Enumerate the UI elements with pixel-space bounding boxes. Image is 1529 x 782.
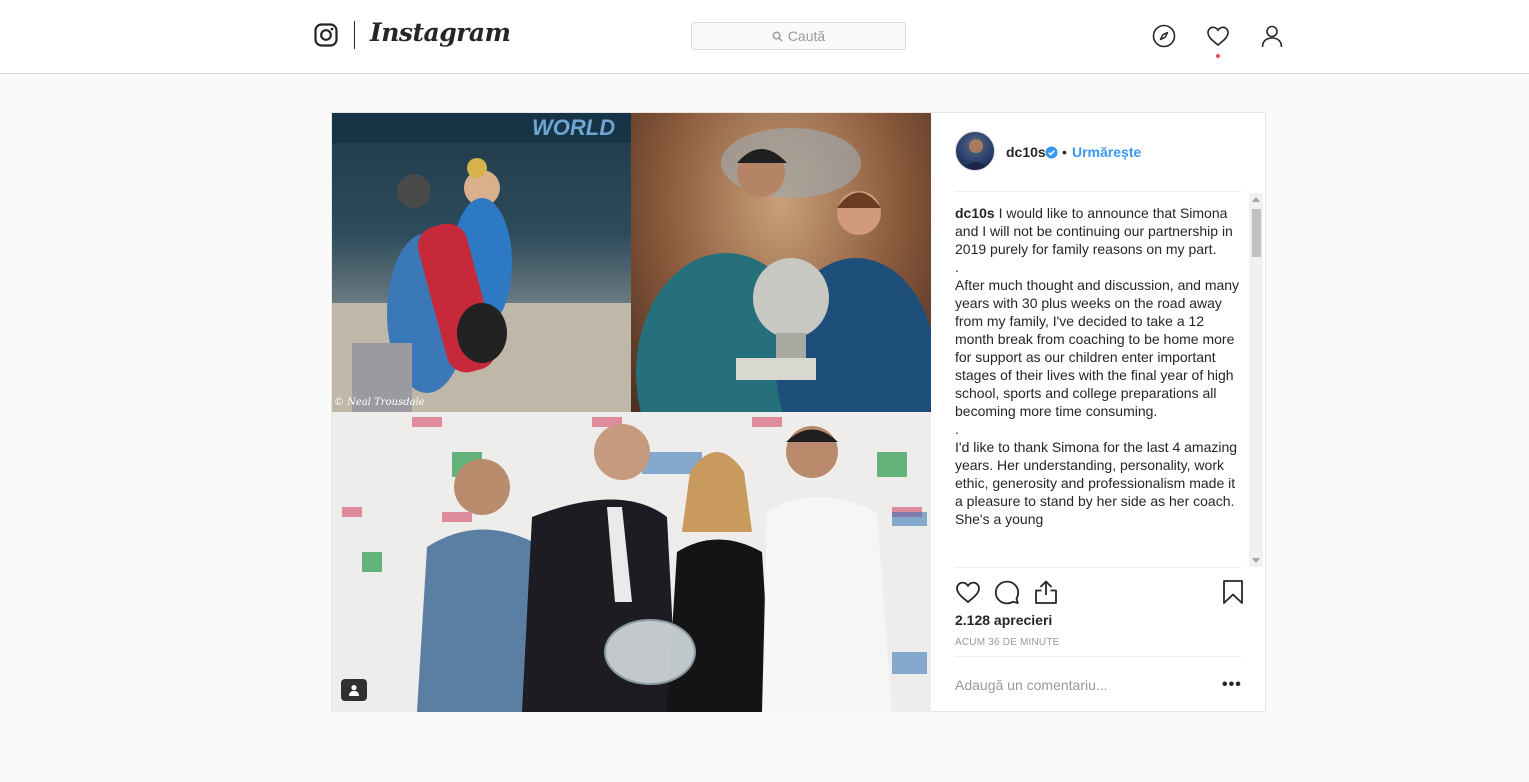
group-photo-illustration [332, 412, 931, 712]
more-options-button[interactable]: ••• [1222, 676, 1242, 694]
user-tag-glyph [349, 685, 359, 696]
photo-panel-top-left: WORLD [332, 113, 631, 412]
scroll-up-arrow-icon[interactable] [1252, 197, 1260, 202]
post-caption: dc10s I would like to announce that Simo… [955, 204, 1245, 566]
search-input[interactable]: Caută [691, 22, 906, 50]
tennis-photo-illustration: WORLD [332, 113, 631, 412]
avatar[interactable] [955, 131, 995, 171]
instagram-wordmark[interactable]: Instagram [370, 18, 511, 47]
photo-panel-bottom [332, 412, 931, 712]
caption-paragraph: . [955, 421, 959, 437]
follow-button[interactable]: Urmărește [1072, 144, 1141, 160]
header-divider [955, 191, 1241, 192]
post-header: dc10s • Urmărește [931, 113, 1266, 191]
search-icon [772, 31, 783, 42]
post-sidebar: dc10s • Urmărește dc10s I would like to … [931, 113, 1266, 712]
scroll-down-arrow-icon[interactable] [1252, 558, 1260, 563]
top-navigation: Instagram Caută [0, 0, 1529, 74]
comment-input[interactable]: Adaugă un comentariu... [955, 677, 1205, 693]
avatar-photo [963, 139, 989, 170]
user-icon[interactable] [1260, 24, 1284, 48]
likes-count[interactable]: 2.128 aprecieri [955, 612, 1052, 628]
post-timestamp[interactable]: ACUM 36 DE MINUTE [955, 637, 1060, 648]
bookmark-icon[interactable] [1220, 579, 1246, 605]
photo-credit: © Neal Trousdale [334, 397, 425, 408]
comment-icon[interactable] [994, 579, 1020, 605]
scroll-thumb[interactable] [1252, 209, 1261, 257]
notification-dot [1216, 54, 1220, 58]
compass-icon[interactable] [1152, 24, 1176, 48]
user-tag-icon[interactable] [341, 679, 367, 701]
logo-divider [354, 21, 355, 49]
photo-panel-top-right [631, 113, 931, 412]
caption-username[interactable]: dc10s [955, 205, 995, 221]
search-placeholder: Caută [787, 28, 826, 44]
heart-icon[interactable] [1206, 24, 1230, 48]
comment-divider [955, 656, 1241, 657]
post-username[interactable]: dc10s [1006, 144, 1046, 160]
separator-dot: • [1062, 144, 1067, 160]
share-icon[interactable] [1033, 579, 1059, 605]
post-card: WORLD © Neal Trousdale dc10s • Urmărește… [331, 112, 1266, 712]
instagram-camera-icon[interactable] [314, 23, 338, 47]
caption-paragraph: After much thought and discussion, and m… [955, 277, 1240, 419]
svg-text:WORLD: WORLD [532, 115, 615, 140]
actions-divider [955, 567, 1241, 568]
caption-paragraph: dc10s I would like to announce that Simo… [955, 204, 1245, 258]
caption-paragraph: . [955, 259, 959, 275]
caption-paragraph: I'd like to thank Simona for the last 4 … [955, 439, 1238, 527]
post-image[interactable]: WORLD © Neal Trousdale [332, 113, 931, 712]
heart-outline-icon[interactable] [955, 579, 981, 605]
caption-scrollbar[interactable] [1249, 193, 1263, 567]
trophy-photo-illustration [636, 128, 931, 412]
verified-badge-icon [1045, 146, 1058, 159]
caption-text: I would like to announce that Simona and… [955, 205, 1233, 257]
